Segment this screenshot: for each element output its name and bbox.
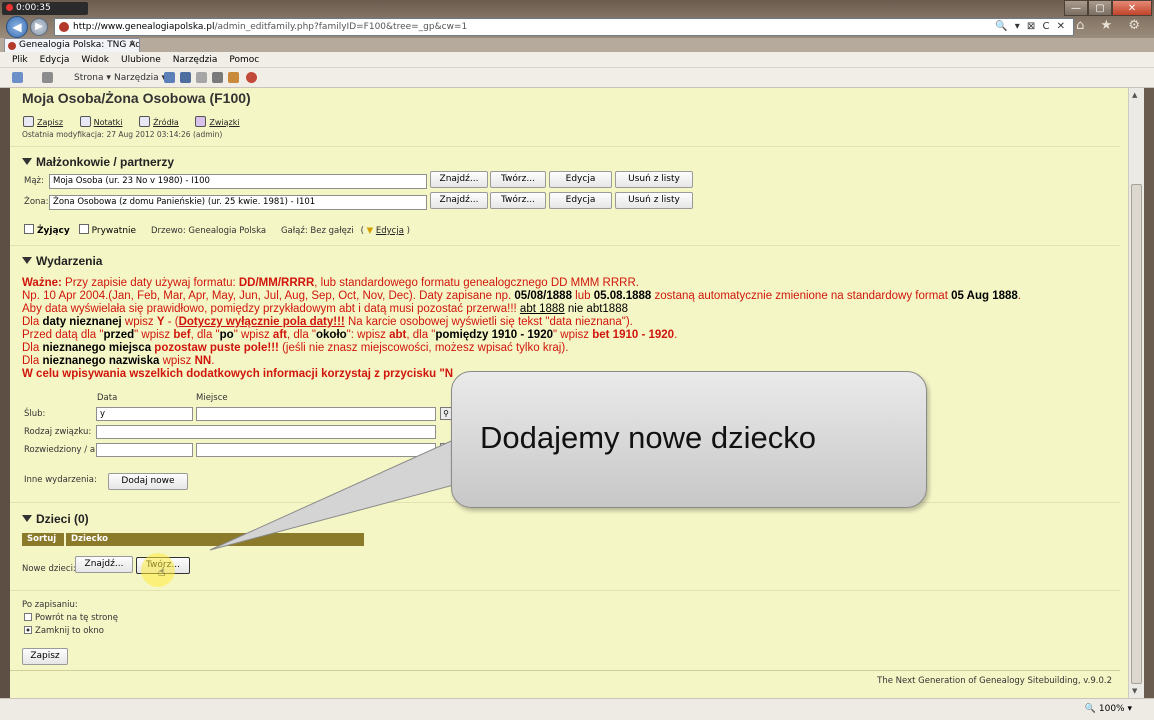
tab-close-icon[interactable]: ✕ — [128, 39, 136, 52]
site-favicon-icon — [59, 22, 69, 32]
vertical-scrollbar[interactable]: ▲ ▼ — [1128, 88, 1144, 698]
browser-tools-icons[interactable]: ⌂ ★ ⚙ — [1076, 18, 1146, 33]
tab-bar: Genealogia Polska: TNG Ad... ✕ — [0, 38, 1154, 52]
toolbar-icon-4[interactable] — [212, 72, 223, 83]
status-bar: 🔍 100% ▾ — [0, 698, 1154, 720]
scrollbar-thumb[interactable] — [1131, 184, 1142, 684]
callout-bubble: Dodajemy nowe dziecko — [451, 371, 927, 508]
callout-text: Dodajemy nowe dziecko — [480, 420, 817, 455]
menu-help[interactable]: Pomoc — [223, 52, 265, 68]
menu-tools[interactable]: Narzędzia — [167, 52, 224, 68]
url-path: /admin_editfamily.php?familyID=F100&tree… — [214, 22, 468, 32]
toolbar-icon-2[interactable] — [180, 72, 191, 83]
page-viewport: Moja Osoba/Żona Osobowa (F100) Zapisz No… — [10, 88, 1128, 698]
scroll-up-icon[interactable]: ▲ — [1132, 91, 1137, 99]
browser-tab[interactable]: Genealogia Polska: TNG Ad... ✕ — [4, 38, 140, 52]
menu-favorites[interactable]: Ulubione — [115, 52, 167, 68]
menu-bar: Plik Edycja Widok Ulubione Narzędzia Pom… — [0, 52, 1154, 68]
record-icon — [6, 4, 13, 11]
back-button[interactable]: ◀ — [6, 16, 28, 38]
minimize-button[interactable]: — — [1064, 0, 1088, 16]
menu-view[interactable]: Widok — [75, 52, 115, 68]
window-controls: — ▢ ✕ — [1064, 0, 1152, 16]
zoom-level[interactable]: 🔍 100% ▾ — [1085, 699, 1132, 719]
browser-titlebar: 0:00:35 — ▢ ✕ ◀ ▶ http://www.genealogiap… — [0, 0, 1154, 38]
toolbar-icon-3[interactable] — [196, 72, 207, 83]
tab-favicon-icon — [8, 42, 16, 50]
address-tools[interactable]: 🔍 ▾ ⊠ C ✕ — [995, 19, 1067, 35]
toolbar-icon-5[interactable] — [228, 72, 239, 83]
maximize-button[interactable]: ▢ — [1088, 0, 1112, 16]
page-menu[interactable]: Strona ▾ — [74, 68, 111, 88]
scroll-down-icon[interactable]: ▼ — [1132, 687, 1137, 695]
window-edge — [1144, 88, 1154, 720]
tools-menu[interactable]: Narzędzia ▾ — [114, 68, 166, 88]
command-bar: Strona ▾ Narzędzia ▾ — [0, 68, 1154, 88]
close-window-button[interactable]: ✕ — [1112, 0, 1152, 16]
recorder-badge: 0:00:35 — [2, 2, 88, 15]
toolbar-icon-6[interactable] — [246, 72, 257, 83]
print-icon[interactable] — [42, 72, 53, 83]
toolbar-icon-1[interactable] — [164, 72, 175, 83]
recorder-time: 0:00:35 — [16, 3, 51, 13]
menu-edit[interactable]: Edycja — [34, 52, 76, 68]
address-bar[interactable]: http://www.genealogiapolska.pl/admin_edi… — [54, 18, 1074, 36]
tab-title: Genealogia Polska: TNG Ad... — [19, 40, 140, 50]
forward-button[interactable]: ▶ — [30, 18, 48, 36]
menu-file[interactable]: Plik — [0, 52, 34, 68]
url-host: http://www.genealogiapolska.pl — [73, 22, 215, 32]
home-icon[interactable] — [12, 72, 23, 83]
